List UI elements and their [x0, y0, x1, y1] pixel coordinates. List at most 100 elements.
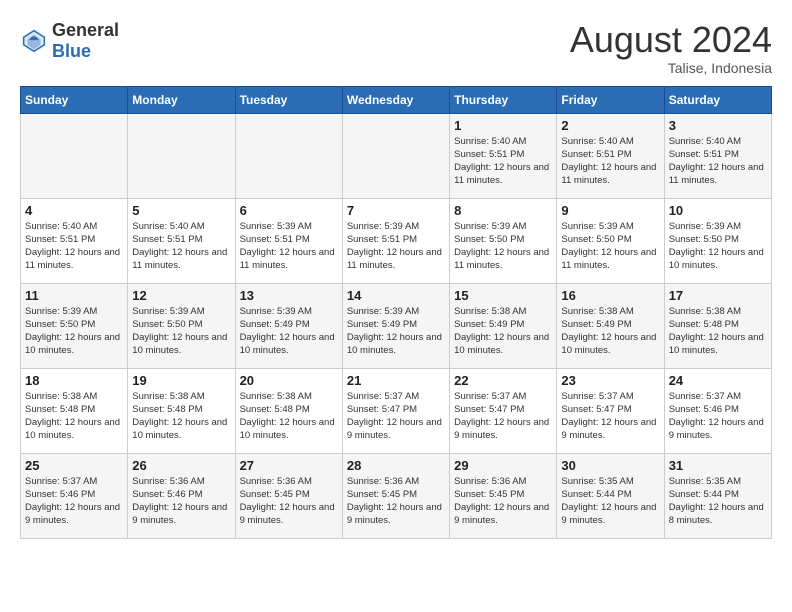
- day-info: Sunrise: 5:39 AMSunset: 5:50 PMDaylight:…: [25, 305, 123, 358]
- day-number: 17: [669, 288, 767, 303]
- week-row-1: 1 Sunrise: 5:40 AMSunset: 5:51 PMDaylight…: [21, 113, 772, 198]
- day-number: 15: [454, 288, 552, 303]
- day-number: 16: [561, 288, 659, 303]
- day-number: 19: [132, 373, 230, 388]
- day-number: 7: [347, 203, 445, 218]
- day-info: Sunrise: 5:39 AMSunset: 5:50 PMDaylight:…: [669, 220, 767, 273]
- day-number: 23: [561, 373, 659, 388]
- day-number: 25: [25, 458, 123, 473]
- day-cell: 11 Sunrise: 5:39 AMSunset: 5:50 PMDayligh…: [21, 283, 128, 368]
- day-cell: 2 Sunrise: 5:40 AMSunset: 5:51 PMDaylight…: [557, 113, 664, 198]
- week-row-2: 4 Sunrise: 5:40 AMSunset: 5:51 PMDaylight…: [21, 198, 772, 283]
- day-cell: 9 Sunrise: 5:39 AMSunset: 5:50 PMDaylight…: [557, 198, 664, 283]
- day-info: Sunrise: 5:39 AMSunset: 5:49 PMDaylight:…: [240, 305, 338, 358]
- day-cell: 28Sunrise: 5:36 AMSunset: 5:45 PMDayligh…: [342, 453, 449, 538]
- day-cell: 19 Sunrise: 5:38 AMSunset: 5:48 PMDayligh…: [128, 368, 235, 453]
- day-cell: 24 Sunrise: 5:37 AMSunset: 5:46 PMDayligh…: [664, 368, 771, 453]
- day-info: Sunrise: 5:39 AMSunset: 5:51 PMDaylight:…: [240, 220, 338, 273]
- day-cell: 21Sunrise: 5:37 AMSunset: 5:47 PMDayligh…: [342, 368, 449, 453]
- day-info: Sunrise: 5:39 AMSunset: 5:50 PMDaylight:…: [132, 305, 230, 358]
- day-cell: [128, 113, 235, 198]
- title-area: August 2024 Talise, Indonesia: [570, 20, 772, 76]
- calendar-header: SundayMondayTuesdayWednesdayThursdayFrid…: [21, 86, 772, 113]
- day-cell: 30Sunrise: 5:35 AMSunset: 5:44 PMDayligh…: [557, 453, 664, 538]
- day-number: 12: [132, 288, 230, 303]
- day-cell: [21, 113, 128, 198]
- day-number: 22: [454, 373, 552, 388]
- main-title: August 2024: [570, 20, 772, 60]
- week-row-5: 25Sunrise: 5:37 AMSunset: 5:46 PMDayligh…: [21, 453, 772, 538]
- day-info: Sunrise: 5:36 AMSunset: 5:45 PMDaylight:…: [454, 475, 552, 528]
- day-info: Sunrise: 5:37 AMSunset: 5:47 PMDaylight:…: [454, 390, 552, 443]
- logo-blue: Blue: [52, 41, 91, 61]
- day-cell: 5 Sunrise: 5:40 AMSunset: 5:51 PMDaylight…: [128, 198, 235, 283]
- day-number: 8: [454, 203, 552, 218]
- day-number: 30: [561, 458, 659, 473]
- header-monday: Monday: [128, 86, 235, 113]
- header-tuesday: Tuesday: [235, 86, 342, 113]
- day-number: 9: [561, 203, 659, 218]
- day-number: 31: [669, 458, 767, 473]
- day-cell: 16Sunrise: 5:38 AMSunset: 5:49 PMDayligh…: [557, 283, 664, 368]
- day-info: Sunrise: 5:38 AMSunset: 5:48 PMDaylight:…: [669, 305, 767, 358]
- day-info: Sunrise: 5:36 AMSunset: 5:46 PMDaylight:…: [132, 475, 230, 528]
- header-row: SundayMondayTuesdayWednesdayThursdayFrid…: [21, 86, 772, 113]
- day-number: 2: [561, 118, 659, 133]
- week-row-4: 18 Sunrise: 5:38 AMSunset: 5:48 PMDayligh…: [21, 368, 772, 453]
- day-info: Sunrise: 5:40 AMSunset: 5:51 PMDaylight:…: [132, 220, 230, 273]
- day-cell: [235, 113, 342, 198]
- header-sunday: Sunday: [21, 86, 128, 113]
- day-info: Sunrise: 5:39 AMSunset: 5:50 PMDaylight:…: [561, 220, 659, 273]
- day-number: 13: [240, 288, 338, 303]
- day-number: 1: [454, 118, 552, 133]
- day-cell: 18 Sunrise: 5:38 AMSunset: 5:48 PMDayligh…: [21, 368, 128, 453]
- calendar-table: SundayMondayTuesdayWednesdayThursdayFrid…: [20, 86, 772, 539]
- header: General Blue August 2024 Talise, Indones…: [20, 20, 772, 76]
- subtitle: Talise, Indonesia: [570, 60, 772, 76]
- header-thursday: Thursday: [450, 86, 557, 113]
- logo-general: General: [52, 20, 119, 40]
- day-number: 24: [669, 373, 767, 388]
- day-cell: 29 Sunrise: 5:36 AMSunset: 5:45 PMDayligh…: [450, 453, 557, 538]
- day-cell: 4Sunrise: 5:40 AMSunset: 5:51 PMDaylight…: [21, 198, 128, 283]
- week-row-3: 11 Sunrise: 5:39 AMSunset: 5:50 PMDayligh…: [21, 283, 772, 368]
- day-number: 14: [347, 288, 445, 303]
- day-info: Sunrise: 5:39 AMSunset: 5:50 PMDaylight:…: [454, 220, 552, 273]
- day-info: Sunrise: 5:40 AMSunset: 5:51 PMDaylight:…: [561, 135, 659, 188]
- day-info: Sunrise: 5:40 AMSunset: 5:51 PMDaylight:…: [454, 135, 552, 188]
- day-info: Sunrise: 5:37 AMSunset: 5:47 PMDaylight:…: [561, 390, 659, 443]
- day-cell: 20 Sunrise: 5:38 AMSunset: 5:48 PMDayligh…: [235, 368, 342, 453]
- day-info: Sunrise: 5:39 AMSunset: 5:51 PMDaylight:…: [347, 220, 445, 273]
- day-number: 20: [240, 373, 338, 388]
- day-info: Sunrise: 5:40 AMSunset: 5:51 PMDaylight:…: [669, 135, 767, 188]
- day-cell: 14 Sunrise: 5:39 AMSunset: 5:49 PMDayligh…: [342, 283, 449, 368]
- header-wednesday: Wednesday: [342, 86, 449, 113]
- day-cell: 15Sunrise: 5:38 AMSunset: 5:49 PMDayligh…: [450, 283, 557, 368]
- day-cell: 8 Sunrise: 5:39 AMSunset: 5:50 PMDaylight…: [450, 198, 557, 283]
- logo-text: General Blue: [52, 20, 119, 62]
- day-info: Sunrise: 5:38 AMSunset: 5:48 PMDaylight:…: [240, 390, 338, 443]
- day-info: Sunrise: 5:37 AMSunset: 5:47 PMDaylight:…: [347, 390, 445, 443]
- day-cell: 1 Sunrise: 5:40 AMSunset: 5:51 PMDaylight…: [450, 113, 557, 198]
- day-info: Sunrise: 5:37 AMSunset: 5:46 PMDaylight:…: [669, 390, 767, 443]
- day-cell: 31 Sunrise: 5:35 AMSunset: 5:44 PMDayligh…: [664, 453, 771, 538]
- day-cell: [342, 113, 449, 198]
- day-cell: 3Sunrise: 5:40 AMSunset: 5:51 PMDaylight…: [664, 113, 771, 198]
- day-number: 18: [25, 373, 123, 388]
- day-number: 29: [454, 458, 552, 473]
- day-number: 4: [25, 203, 123, 218]
- day-info: Sunrise: 5:38 AMSunset: 5:48 PMDaylight:…: [25, 390, 123, 443]
- day-info: Sunrise: 5:39 AMSunset: 5:49 PMDaylight:…: [347, 305, 445, 358]
- day-info: Sunrise: 5:35 AMSunset: 5:44 PMDaylight:…: [669, 475, 767, 528]
- day-number: 5: [132, 203, 230, 218]
- header-saturday: Saturday: [664, 86, 771, 113]
- day-cell: 26Sunrise: 5:36 AMSunset: 5:46 PMDayligh…: [128, 453, 235, 538]
- day-number: 6: [240, 203, 338, 218]
- day-info: Sunrise: 5:38 AMSunset: 5:48 PMDaylight:…: [132, 390, 230, 443]
- day-cell: 6 Sunrise: 5:39 AMSunset: 5:51 PMDaylight…: [235, 198, 342, 283]
- day-number: 11: [25, 288, 123, 303]
- header-friday: Friday: [557, 86, 664, 113]
- day-cell: 13 Sunrise: 5:39 AMSunset: 5:49 PMDayligh…: [235, 283, 342, 368]
- day-number: 27: [240, 458, 338, 473]
- day-cell: 27Sunrise: 5:36 AMSunset: 5:45 PMDayligh…: [235, 453, 342, 538]
